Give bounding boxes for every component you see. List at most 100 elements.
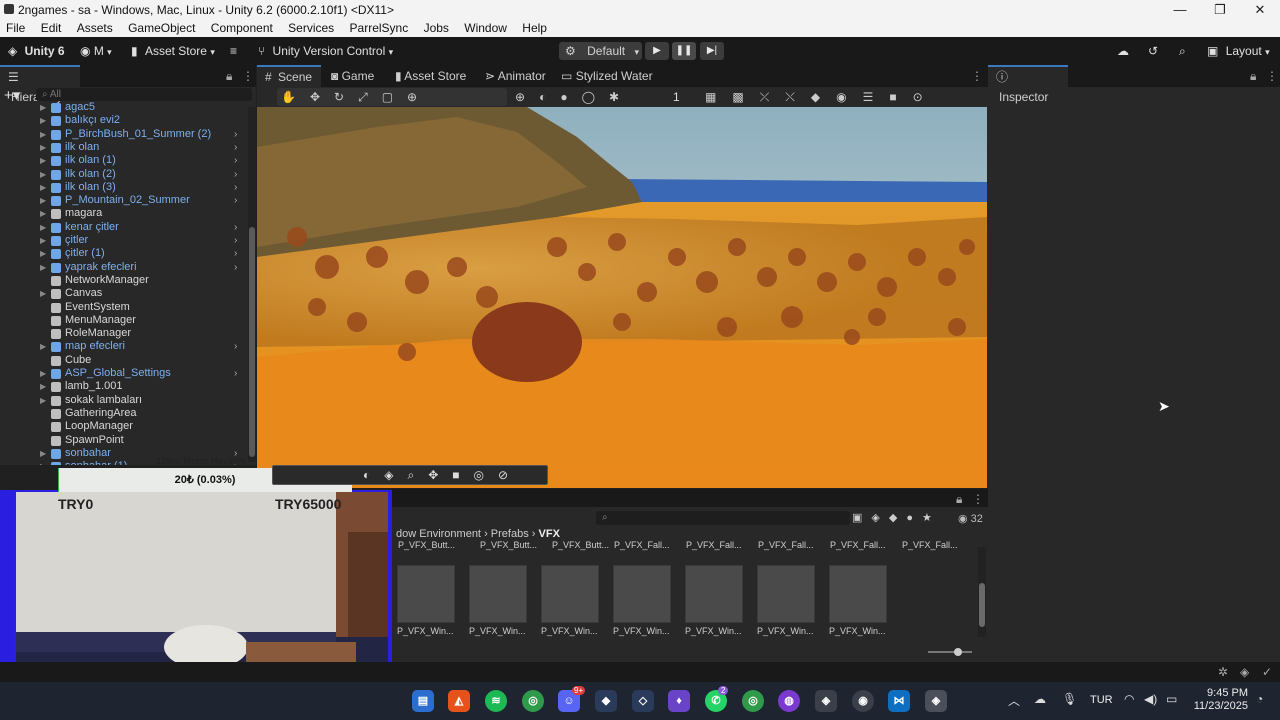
hierarchy-row[interactable]: ▶ ilk olan (1) › <box>0 154 248 167</box>
expand-arrow-icon[interactable]: ▶ <box>40 168 46 181</box>
more-menu-icon[interactable]: ⋮ <box>242 69 254 83</box>
chevron-right-icon[interactable]: › <box>234 247 237 260</box>
transform-tool-icon[interactable]: ⊕ <box>407 90 431 104</box>
asset-thumbnail[interactable] <box>829 565 887 623</box>
expand-arrow-icon[interactable]: ▶ <box>40 207 46 220</box>
tab-game[interactable]: ◙ Game <box>323 65 382 87</box>
asset-thumbnail[interactable] <box>469 565 527 623</box>
unity-editor-icon[interactable]: ◈ <box>925 690 947 712</box>
check-icon[interactable]: ✓ <box>1262 665 1272 679</box>
expand-arrow-icon[interactable]: ▶ <box>40 101 46 114</box>
history-icon[interactable]: ↺ <box>1148 43 1158 59</box>
visibility-icon[interactable]: ◉ <box>836 90 862 104</box>
expand-arrow-icon[interactable]: ▶ <box>40 367 46 380</box>
expand-arrow-icon[interactable]: ▶ <box>40 287 46 300</box>
asset-thumbnail[interactable] <box>541 565 599 623</box>
hierarchy-row[interactable]: ▶ yaprak efecleri › <box>0 261 248 274</box>
rect-tool-icon[interactable]: ▢ <box>382 90 407 104</box>
chevron-right-icon[interactable]: › <box>234 221 237 234</box>
chevron-right-icon[interactable]: › <box>234 234 237 247</box>
hierarchy-row[interactable]: NetworkManager <box>0 274 248 287</box>
menu-help[interactable]: Help <box>516 19 553 37</box>
expand-arrow-icon[interactable]: ▶ <box>40 128 46 141</box>
asset-label[interactable]: P_VFX_Win... <box>829 626 886 636</box>
tab-asset-store[interactable]: ▮ Asset Store <box>387 65 474 87</box>
app-icon[interactable]: ♦ <box>668 690 690 712</box>
wifi-icon[interactable]: ◠ <box>1124 692 1134 706</box>
menu-file[interactable]: File <box>0 19 31 37</box>
file-explorer-icon[interactable]: ▤ <box>412 690 434 712</box>
asset-label[interactable]: P_VFX_Win... <box>613 626 670 636</box>
hierarchy-row[interactable]: ▶ ilk olan › <box>0 141 248 154</box>
version-control-dropdown[interactable]: ⑂ Unity Version Control ▾ <box>258 43 393 59</box>
play-button[interactable]: ▶ <box>645 42 669 60</box>
hierarchy-row[interactable]: ▶ magara <box>0 207 248 220</box>
more-menu-icon[interactable]: ⋮ <box>1266 69 1278 83</box>
expand-arrow-icon[interactable]: ▶ <box>40 181 46 194</box>
zoom-icon[interactable]: ⌕ <box>407 468 428 482</box>
tab-stylized-water[interactable]: ▭ Stylized Water <box>553 65 661 87</box>
chevron-right-icon[interactable]: › <box>234 340 237 353</box>
stack-icon[interactable]: ≡ <box>230 43 237 59</box>
bug-icon[interactable]: ✱ <box>609 90 633 104</box>
scrollbar-thumb[interactable] <box>979 583 985 627</box>
pause-button[interactable]: ❚❚ <box>672 42 696 60</box>
expand-arrow-icon[interactable]: ▶ <box>40 141 46 154</box>
menu-assets[interactable]: Assets <box>71 19 119 37</box>
expand-arrow-icon[interactable]: ▶ <box>40 394 46 407</box>
menu-component[interactable]: Component <box>205 19 279 37</box>
slider-handle[interactable] <box>954 648 962 656</box>
asset-label[interactable]: P_VFX_Win... <box>685 626 742 636</box>
asset-label[interactable]: P_VFX_Win... <box>469 626 526 636</box>
hierarchy-row[interactable]: ▶ lamb_1.001 <box>0 380 248 393</box>
volume-icon[interactable]: ◀) <box>1144 692 1157 706</box>
scrollbar-thumb[interactable] <box>249 227 255 457</box>
chevron-right-icon[interactable]: › <box>234 194 237 207</box>
maximize-button[interactable]: ❐ <box>1200 0 1240 19</box>
scale-tool-icon[interactable]: ⤢ <box>358 90 382 104</box>
chevron-right-icon[interactable]: › <box>234 141 237 154</box>
camera-icon[interactable]: ■ <box>452 468 473 482</box>
layer-icon[interactable]: ◈ <box>384 468 407 482</box>
microphone-icon[interactable]: 🎙︎ <box>1062 692 1077 706</box>
layout-preset-dropdown[interactable]: ⚙ Default ▾ <box>559 42 642 60</box>
hierarchy-scrollbar[interactable] <box>248 107 256 462</box>
expand-arrow-icon[interactable]: ▶ <box>40 460 46 465</box>
debug-icon[interactable]: ✲ <box>1218 665 1228 679</box>
asset-thumbnail[interactable] <box>397 565 455 623</box>
add-object-button[interactable]: +▾ <box>4 86 24 104</box>
lock-icon[interactable]: 🔒︎ <box>226 69 232 84</box>
expand-arrow-icon[interactable]: ▶ <box>40 221 46 234</box>
hierarchy-row[interactable]: ▶ kenar çitler › <box>0 221 248 234</box>
expand-arrow-icon[interactable]: ▶ <box>40 154 46 167</box>
fx-off-icon[interactable]: ⤫ <box>760 90 786 104</box>
menu-gameobject[interactable]: GameObject <box>122 19 201 37</box>
asset-store-dropdown[interactable]: ▮ Asset Store ▾ <box>131 43 215 59</box>
asset-thumbnail[interactable] <box>685 565 743 623</box>
hierarchy-row[interactable]: ▶ çitler (1) › <box>0 247 248 260</box>
hierarchy-row[interactable]: EventSystem <box>0 301 248 314</box>
hierarchy-row[interactable]: Cube <box>0 354 248 367</box>
hierarchy-row[interactable]: ▶ sokak lambaları <box>0 394 248 407</box>
tab-animator[interactable]: ⋗ Animator <box>477 65 554 87</box>
hierarchy-row[interactable]: ▶ P_Mountain_02_Summer › <box>0 194 248 207</box>
hierarchy-search-input[interactable]: ⌕ All <box>36 88 252 101</box>
more-menu-icon[interactable]: ⋮ <box>971 69 983 83</box>
asset-label[interactable]: P_VFX_Win... <box>757 626 814 636</box>
hierarchy-row[interactable]: ▶ ilk olan (2) › <box>0 168 248 181</box>
hierarchy-row[interactable]: ▶ çitler › <box>0 234 248 247</box>
hierarchy-row[interactable]: GatheringArea <box>0 407 248 420</box>
asset-thumbnail[interactable] <box>613 565 671 623</box>
expand-arrow-icon[interactable]: ▶ <box>40 234 46 247</box>
hierarchy-row[interactable]: ▶ Canvas <box>0 287 248 300</box>
expand-arrow-icon[interactable]: ▶ <box>40 247 46 260</box>
expand-arrow-icon[interactable]: ▶ <box>40 447 46 460</box>
chevron-right-icon[interactable]: › <box>234 168 237 181</box>
unity-hub-icon[interactable]: ◈ <box>815 690 837 712</box>
system-clock[interactable]: 9:45 PM 11/23/2025 <box>1188 687 1248 713</box>
menu-edit[interactable]: Edit <box>35 19 68 37</box>
hierarchy-row[interactable]: ▶ agac5 <box>0 101 248 114</box>
vscode-icon[interactable]: ⋈ <box>888 690 910 712</box>
asset-label[interactable]: P_VFX_Win... <box>541 626 598 636</box>
shaded-icon[interactable]: ● <box>560 90 581 104</box>
